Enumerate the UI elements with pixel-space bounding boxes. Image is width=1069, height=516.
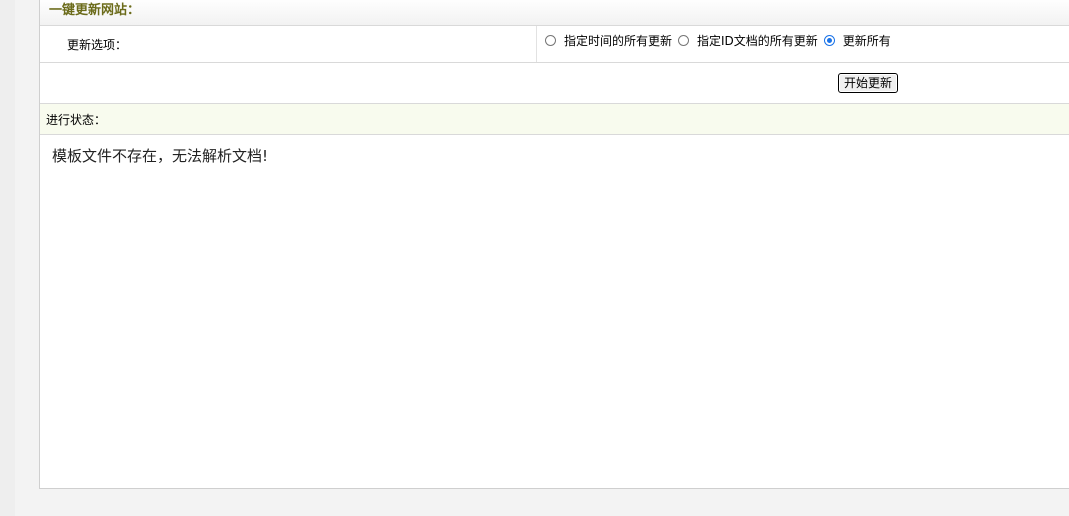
- radio-by-id-icon[interactable]: [678, 35, 690, 46]
- column-divider: [536, 26, 537, 62]
- left-gutter: [0, 0, 15, 516]
- update-panel: 一键更新网站： 更新选项： 指定时间的所有更新 指定ID文档的所有更新 更新所有…: [39, 0, 1069, 489]
- panel-header: 一键更新网站：: [40, 0, 1069, 26]
- radio-option-by-id[interactable]: 指定ID文档的所有更新: [678, 32, 818, 49]
- radio-update-all-label: 更新所有: [842, 34, 891, 48]
- radio-time-range-icon[interactable]: [545, 35, 556, 46]
- update-options-row: 更新选项： 指定时间的所有更新 指定ID文档的所有更新 更新所有: [40, 26, 1069, 63]
- update-option-radio-group: 指定时间的所有更新 指定ID文档的所有更新 更新所有: [545, 32, 897, 49]
- page-title: 一键更新网站：: [49, 3, 141, 18]
- status-header-row: 进行状态：: [40, 104, 1069, 135]
- radio-update-all-icon[interactable]: [823, 35, 835, 46]
- radio-option-time-range[interactable]: 指定时间的所有更新: [545, 32, 672, 49]
- update-options-label: 更新选项：: [67, 38, 128, 52]
- action-row: 开始更新: [40, 63, 1069, 104]
- start-update-button[interactable]: 开始更新: [838, 73, 899, 93]
- radio-time-range-label: 指定时间的所有更新: [564, 34, 673, 48]
- status-label: 进行状态：: [46, 113, 107, 127]
- status-message: 模板文件不存在，无法解析文档!: [52, 147, 269, 165]
- radio-option-update-all[interactable]: 更新所有: [823, 32, 891, 49]
- radio-by-id-label: 指定ID文档的所有更新: [697, 34, 818, 48]
